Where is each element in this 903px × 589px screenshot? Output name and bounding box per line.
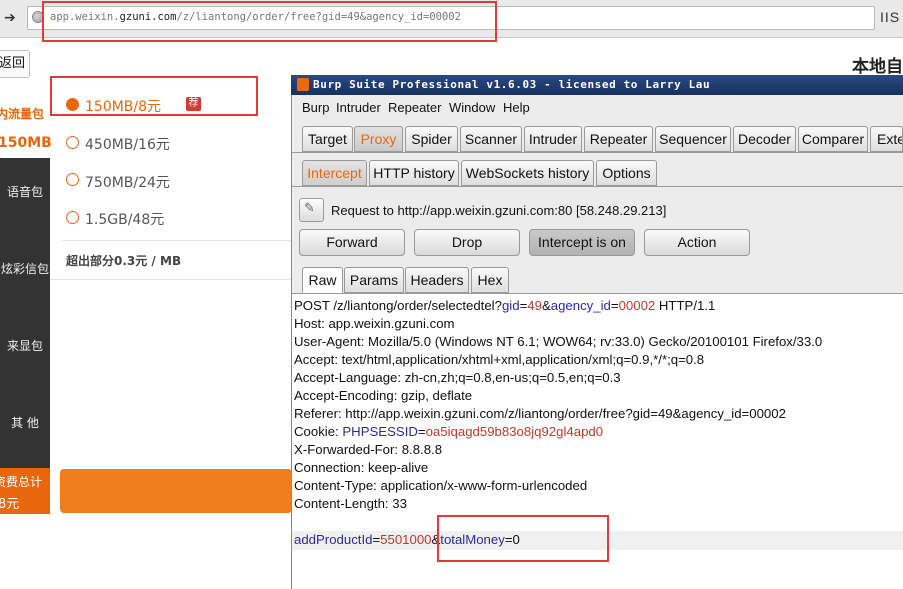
sidebar-item-voice[interactable]: 语音包 [0,183,50,200]
tab-proxy[interactable]: Proxy [354,126,403,152]
menu-burp[interactable]: Burp [302,100,329,115]
header-referer: Referer: http://app.weixin.gzuni.com/z/l… [294,406,786,421]
tab-scanner[interactable]: Scanner [460,126,522,152]
param-name: gid [501,298,520,313]
header-x-forwarded-for: X-Forwarded-For: 8.8.8.8 [294,442,443,457]
sidebar-item-mms[interactable]: 炫彩信包 [0,260,50,277]
header-connection: Connection: keep-alive [294,460,429,475]
tabs-divider [292,152,903,153]
package-highlight-box [50,76,258,116]
tab-params[interactable]: Params [344,267,404,293]
tab-hex[interactable]: Hex [471,267,509,293]
http-version: HTTP/1.1 [655,298,716,313]
burp-menu-bar [292,96,903,120]
total-value: 8元 [0,497,20,512]
cookie-label: Cookie: [294,424,343,439]
tab-websockets-history[interactable]: WebSockets history [461,160,594,186]
raw-request: POST /z/liantong/order/selectedtel?gid=4… [294,297,899,513]
drop-button[interactable]: Drop [414,229,520,256]
sidebar-item-flow-label: 内流量包 [0,107,45,121]
param-value: 49 [527,298,542,313]
menu-repeater[interactable]: Repeater [388,100,441,115]
header-accept: Accept: text/html,application/xhtml+xml,… [294,352,705,367]
header-host: Host: app.weixin.gzuni.com [294,316,455,331]
header-user-agent: User-Agent: Mozilla/5.0 (Windows NT 6.1;… [294,334,823,349]
tab-options[interactable]: Options [596,160,657,186]
submit-order-button[interactable] [60,469,292,513]
action-button[interactable]: Action [644,229,750,256]
cookie-value: oa5iqagd59b83o8jq92gl4apd0 [425,424,604,439]
tab-extender[interactable]: Exte [870,126,903,152]
forward-button[interactable]: Forward [299,229,405,256]
pencil-icon: ✎ [304,201,315,216]
overflow-note: 超出部分0.3元 / MB [66,254,182,268]
header-accept-encoding: Accept-Encoding: gzip, deflate [294,388,473,403]
burp-title-text: Burp Suite Professional v1.6.03 - licens… [313,78,711,91]
tab-raw[interactable]: Raw [302,267,343,293]
package-radio-4[interactable] [66,211,79,224]
header-cookie: Cookie: PHPSESSID=oa5iqagd59b83o8jq92gl4… [294,424,604,439]
iis-label: IIS [880,9,901,25]
body-param-name: addProductId [294,532,373,547]
tab-intercept[interactable]: Intercept [302,160,367,186]
param-value: 00002 [618,298,656,313]
tab-spider[interactable]: Spider [405,126,458,152]
header-accept-language: Accept-Language: zh-cn,zh;q=0.8,en-us;q=… [294,370,621,385]
menu-window[interactable]: Window [449,100,495,115]
tab-http-history[interactable]: HTTP history [369,160,459,186]
back-arrow-icon[interactable]: ➔ [4,10,20,26]
package-option-4[interactable]: 1.5GB/48元 [85,209,164,229]
header-content-length: Content-Length: 33 [294,496,407,511]
request-method-path: POST /z/liantong/order/selectedtel? [294,298,502,313]
package-radio-3[interactable] [66,173,79,186]
sidebar-item-caller-id[interactable]: 来显包 [0,337,50,354]
page-title: 本地自 [852,57,903,77]
cookie-name: PHPSESSID [342,424,418,439]
subtabs-divider [292,186,903,187]
tab-decoder[interactable]: Decoder [733,126,796,152]
request-line: POST /z/liantong/order/selectedtel?gid=4… [294,298,716,313]
sidebar-item-flow-size: 150MB [0,135,52,151]
back-button[interactable]: 返回 [0,50,30,78]
tab-intruder[interactable]: Intruder [524,126,582,152]
body-highlight-box [437,515,609,562]
package-option-3[interactable]: 750MB/24元 [85,172,170,192]
menu-help[interactable]: Help [503,100,530,115]
total-label: 资费总计 [0,475,43,489]
menu-intruder[interactable]: Intruder [336,100,381,115]
intercept-toggle-button[interactable]: Intercept is on [529,229,635,256]
tab-target[interactable]: Target [302,126,353,152]
body-param-value: 5501000 [380,532,432,547]
tab-comparer[interactable]: Comparer [798,126,868,152]
tab-repeater[interactable]: Repeater [584,126,653,152]
sidebar-item-other[interactable]: 其 他 [0,414,50,431]
package-radio-2[interactable] [66,136,79,149]
url-highlight-box [42,1,497,42]
header-content-type: Content-Type: application/x-www-form-url… [294,478,588,493]
divider [62,240,292,241]
package-option-2[interactable]: 450MB/16元 [85,134,170,154]
param-name: agency_id [550,298,611,313]
tab-headers[interactable]: Headers [405,267,469,293]
tab-sequencer[interactable]: Sequencer [655,126,731,152]
burp-logo-icon [297,78,309,91]
request-target-info: Request to http://app.weixin.gzuni.com:8… [331,203,667,218]
